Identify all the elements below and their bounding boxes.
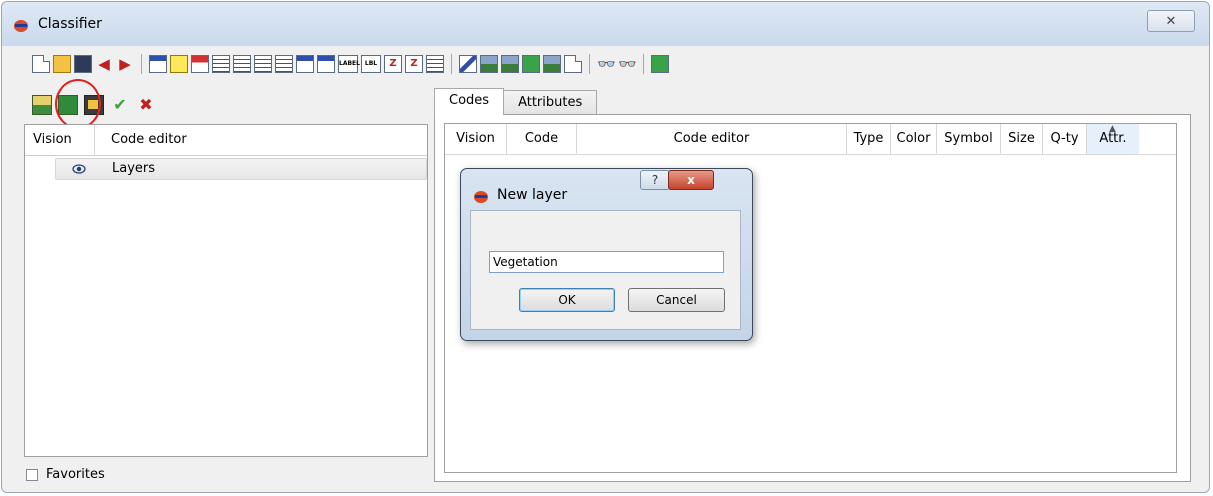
tree-row-layers[interactable]: Layers <box>55 158 427 180</box>
table-list-icon[interactable] <box>296 55 314 73</box>
polyline-icon[interactable] <box>212 55 230 73</box>
layers-panel: Vision Code editor Layers <box>24 124 428 457</box>
main-toolbar: ◀ ▶ LABEL LBL Z Z 👓 👓 <box>32 51 669 77</box>
table-yellow-icon[interactable] <box>170 55 188 73</box>
binoculars-icon[interactable]: 👓 <box>597 55 616 73</box>
col-code[interactable]: Code <box>507 124 577 154</box>
edit-layer-icon[interactable] <box>32 95 52 115</box>
col-symbol[interactable]: Symbol <box>937 124 1001 154</box>
toolbar-separator <box>643 54 644 74</box>
image-icon[interactable] <box>480 55 498 73</box>
image-frame-icon[interactable] <box>543 55 561 73</box>
new-layer-dialog: New layer ? x OK Cancel <box>460 168 753 341</box>
pen-icon[interactable] <box>459 55 477 73</box>
table-red-icon[interactable] <box>191 55 209 73</box>
eye-icon[interactable] <box>72 162 86 176</box>
title-bar: Classifier ✕ <box>2 2 1209 46</box>
toolbar-separator <box>141 54 142 74</box>
z-icon[interactable]: Z <box>384 55 402 73</box>
tree-row-label: Layers <box>112 161 156 176</box>
dialog-title: New layer <box>497 187 568 203</box>
vision-column-header[interactable]: Vision <box>25 125 95 155</box>
tab-strip: Codes Attributes <box>434 88 598 115</box>
col-color[interactable]: Color <box>891 124 937 154</box>
export-icon[interactable]: ▶ <box>116 55 134 73</box>
col-qty[interactable]: Q-ty <box>1043 124 1087 154</box>
layers-header: Vision Code editor <box>25 125 427 156</box>
table-icon[interactable] <box>149 55 167 73</box>
dialog-close-button[interactable]: x <box>668 170 714 190</box>
import-icon[interactable]: ◀ <box>95 55 113 73</box>
favorites-checkbox[interactable] <box>26 468 38 481</box>
col-attr[interactable]: ▲ Attr. <box>1087 124 1139 154</box>
find-next-icon[interactable]: 👓 <box>618 55 637 73</box>
tab-codes[interactable]: Codes <box>434 88 505 115</box>
save-icon[interactable] <box>74 55 92 73</box>
ok-button[interactable]: OK <box>519 288 615 312</box>
polyline-yellow-icon[interactable] <box>233 55 251 73</box>
label-edit-icon[interactable]: LBL <box>361 55 381 73</box>
highlight-circle <box>55 79 101 129</box>
favorites-toggle[interactable]: Favorites <box>26 467 105 482</box>
dialog-body: OK Cancel <box>470 210 741 330</box>
col-vision[interactable]: Vision <box>445 124 507 154</box>
label-icon[interactable]: LABEL <box>338 55 360 73</box>
tree-icon[interactable] <box>426 55 444 73</box>
table-grid-icon[interactable] <box>317 55 335 73</box>
image-edit-icon[interactable] <box>522 55 540 73</box>
codes-table-header: Vision Code Code editor Type Color Symbo… <box>445 124 1176 155</box>
raster-icon[interactable] <box>564 55 582 73</box>
col-type[interactable]: Type <box>847 124 891 154</box>
image-gray-icon[interactable] <box>501 55 519 73</box>
classifier-app-icon <box>474 191 488 203</box>
tab-attributes[interactable]: Attributes <box>503 90 598 115</box>
toolbar-separator <box>589 54 590 74</box>
col-code-editor[interactable]: Code editor <box>577 124 847 154</box>
help-button[interactable]: ? <box>640 170 670 190</box>
close-icon: ✕ <box>1165 13 1177 29</box>
toolbar-separator <box>451 54 452 74</box>
polyline-dotted-icon[interactable] <box>254 55 272 73</box>
cancel-button[interactable]: Cancel <box>628 288 725 312</box>
col-size[interactable]: Size <box>1001 124 1043 154</box>
code-editor-column-header[interactable]: Code editor <box>95 125 187 155</box>
polyline-edit-icon[interactable] <box>275 55 293 73</box>
favorites-label: Favorites <box>46 467 105 482</box>
map-icon[interactable] <box>651 55 669 73</box>
layer-name-input[interactable] <box>489 251 724 273</box>
check-layer-icon[interactable]: ✔ <box>110 95 130 115</box>
window-close-button[interactable]: ✕ <box>1147 10 1195 32</box>
classifier-app-icon <box>14 20 28 32</box>
delete-layer-icon[interactable]: ✖ <box>136 95 156 115</box>
window-title: Classifier <box>38 16 102 32</box>
open-folder-icon[interactable] <box>53 55 71 73</box>
sort-ascending-icon: ▲ <box>1109 124 1116 134</box>
z-edit-icon[interactable]: Z <box>405 55 423 73</box>
new-file-icon[interactable] <box>32 55 50 73</box>
